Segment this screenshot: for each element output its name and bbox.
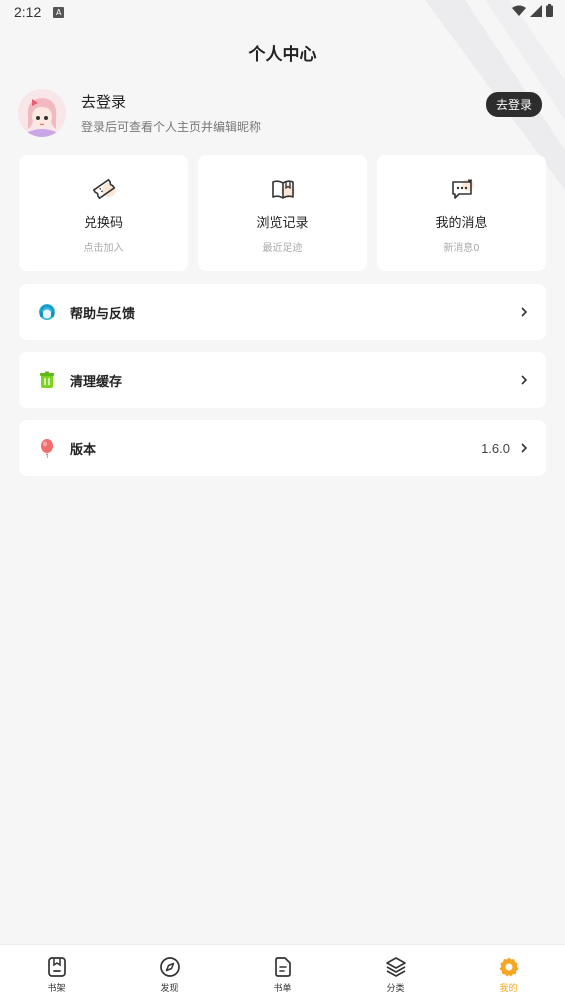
nav-label: 分类 bbox=[386, 984, 405, 994]
card-subtitle: 点击加入 bbox=[83, 243, 124, 254]
status-bar: 2:12 A bbox=[0, 0, 565, 24]
profile-name[interactable]: 去登录 bbox=[81, 91, 261, 112]
bottom-navigation: 书架 发现 书单 分类 我的 bbox=[0, 944, 565, 1004]
nav-label: 书单 bbox=[273, 984, 292, 994]
card-title: 兑换码 bbox=[83, 216, 123, 231]
menu-label: 帮助与反馈 bbox=[70, 306, 136, 322]
gear-icon bbox=[499, 957, 518, 977]
profile-text: 去登录 登录后可查看个人主页并编辑昵称 bbox=[81, 91, 261, 135]
layers-icon bbox=[385, 957, 406, 977]
chevron-right-icon bbox=[521, 443, 528, 453]
wifi-icon bbox=[512, 5, 526, 16]
message-icon bbox=[448, 175, 476, 203]
page-title: 个人中心 bbox=[248, 45, 317, 65]
nav-item-discover[interactable]: 发现 bbox=[113, 945, 226, 994]
version-value: 1.6.0 bbox=[481, 440, 510, 456]
card-subtitle: 新消息0 bbox=[443, 243, 480, 254]
profile-subtitle: 登录后可查看个人主页并编辑昵称 bbox=[81, 120, 262, 134]
quick-cards: 兑换码 点击加入 浏览记录 最近足迹 我的消息 新消息0 bbox=[19, 155, 546, 271]
nav-label: 发现 bbox=[160, 984, 179, 994]
nav-item-category[interactable]: 分类 bbox=[339, 945, 452, 994]
balloon-icon bbox=[41, 439, 53, 458]
signal-icon bbox=[530, 4, 542, 17]
trash-icon bbox=[40, 371, 54, 388]
compass-icon bbox=[159, 957, 180, 977]
nav-item-bookshelf[interactable]: 书架 bbox=[0, 945, 113, 994]
profile-section: 去登录 登录后可查看个人主页并编辑昵称 去登录 bbox=[18, 88, 546, 138]
menu-item-clear-cache[interactable]: 清理缓存 bbox=[19, 352, 546, 408]
chevron-right-icon bbox=[521, 307, 528, 317]
history-card[interactable]: 浏览记录 最近足迹 bbox=[198, 155, 367, 271]
menu-label: 版本 bbox=[70, 442, 97, 458]
booklist-icon bbox=[274, 957, 291, 977]
card-subtitle: 最近足迹 bbox=[262, 243, 303, 254]
login-button[interactable]: 去登录 bbox=[485, 92, 542, 117]
status-time: 2:12 bbox=[14, 4, 42, 20]
avatar[interactable] bbox=[18, 89, 66, 137]
status-indicators bbox=[512, 4, 553, 17]
bookshelf-icon bbox=[47, 957, 66, 977]
book-icon bbox=[269, 175, 297, 203]
ticket-icon bbox=[90, 175, 118, 203]
battery-icon bbox=[546, 4, 553, 17]
menu-item-help-feedback[interactable]: 帮助与反馈 bbox=[19, 284, 546, 340]
avatar-illustration-icon bbox=[18, 89, 66, 137]
chevron-right-icon bbox=[521, 375, 528, 385]
messages-card[interactable]: 我的消息 新消息0 bbox=[377, 155, 546, 271]
nav-item-mine[interactable]: 我的 bbox=[452, 945, 565, 994]
notification-icon: A bbox=[53, 6, 65, 18]
menu-item-version[interactable]: 版本 1.6.0 bbox=[19, 420, 546, 476]
nav-item-booklist[interactable]: 书单 bbox=[226, 945, 339, 994]
redeem-code-card[interactable]: 兑换码 点击加入 bbox=[19, 155, 188, 271]
menu-label: 清理缓存 bbox=[70, 374, 123, 390]
card-title: 我的消息 bbox=[435, 216, 488, 231]
headset-icon bbox=[39, 304, 55, 320]
card-title: 浏览记录 bbox=[256, 216, 309, 231]
nav-label: 我的 bbox=[499, 984, 518, 994]
nav-label: 书架 bbox=[47, 984, 66, 994]
